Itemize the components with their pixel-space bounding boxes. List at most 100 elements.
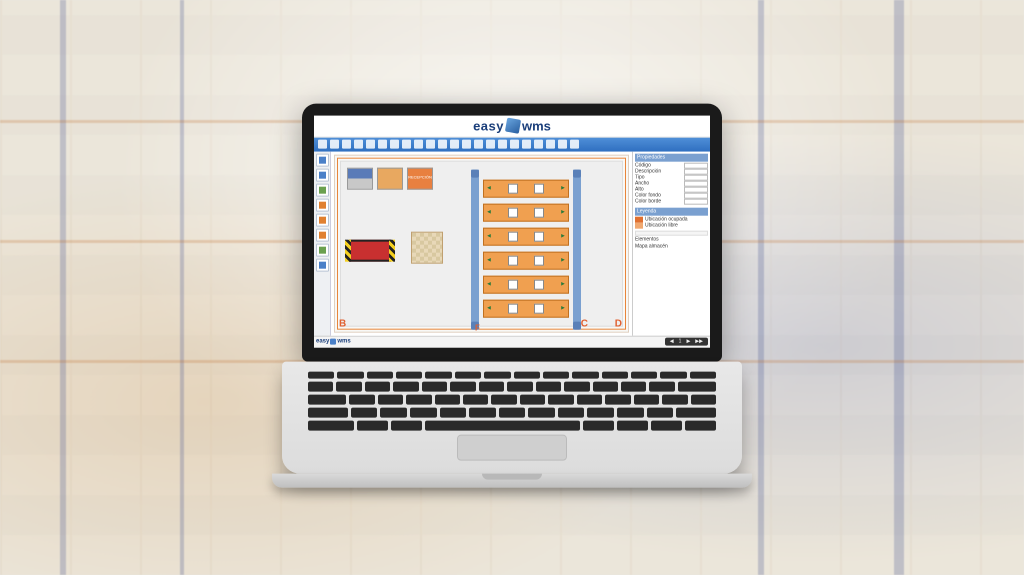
tool-pan[interactable] [316, 168, 329, 181]
rack-slot-0[interactable]: ◄► [483, 179, 569, 197]
receiving-zone[interactable]: RECEPCIÓN [407, 167, 433, 189]
toolbar-button-15[interactable] [498, 140, 507, 149]
toolbar-button-11[interactable] [450, 140, 459, 149]
laptop-screen: easy wms RECEPCIÓN [314, 115, 710, 347]
dock-area[interactable] [349, 239, 391, 261]
toolbar-button-17[interactable] [522, 140, 531, 149]
pallet-icon [508, 303, 518, 313]
tool-dock[interactable] [316, 228, 329, 241]
pallet-icon [508, 279, 518, 289]
zone-icon[interactable] [377, 167, 403, 189]
tool-zoom[interactable] [316, 183, 329, 196]
pallet-icon [534, 255, 544, 265]
toolbar-button-14[interactable] [486, 140, 495, 149]
toolbar-button-3[interactable] [354, 140, 363, 149]
arrow-right-icon: ► [560, 233, 566, 239]
arrow-right-icon: ► [560, 257, 566, 263]
footer-elements[interactable]: Elementos [635, 236, 708, 242]
workspace: RECEPCIÓN ◄►◄►◄►◄►◄►◄► B C D [314, 151, 710, 335]
warehouse-icon[interactable] [347, 167, 373, 189]
arrow-left-icon: ◄ [486, 185, 492, 191]
arrow-right-icon: ► [560, 185, 566, 191]
panel-footer: Elementos [635, 236, 708, 242]
grid-label-d: D [615, 318, 622, 329]
tool-measure[interactable] [316, 198, 329, 211]
toolbar-button-0[interactable] [318, 140, 327, 149]
brand-cube-icon [505, 118, 521, 134]
brand-text-easy: easy [473, 118, 504, 133]
main-toolbar [314, 137, 710, 151]
layout-canvas[interactable]: RECEPCIÓN ◄►◄►◄►◄►◄►◄► B C D [334, 154, 629, 332]
toolbar-button-13[interactable] [474, 140, 483, 149]
toolbar-button-6[interactable] [390, 140, 399, 149]
legend-row: Ubicación libre [635, 222, 708, 228]
pallet-icon [508, 255, 518, 265]
grid-label-c: C [581, 318, 588, 329]
toolbar-button-8[interactable] [414, 140, 423, 149]
pager-end-button[interactable]: ▶▶ [693, 339, 705, 345]
wms-application: easy wms RECEPCIÓN [314, 115, 710, 347]
pallet-icon [534, 231, 544, 241]
side-toolbox [314, 151, 331, 335]
tool-rack[interactable] [316, 213, 329, 226]
rack-slot-1[interactable]: ◄► [483, 203, 569, 221]
toolbar-button-5[interactable] [378, 140, 387, 149]
pallet-icon [534, 279, 544, 289]
toolbar-button-1[interactable] [330, 140, 339, 149]
rack-slot-5[interactable]: ◄► [483, 299, 569, 317]
rack-pillar-left [471, 169, 479, 329]
status-brand: easy wms [316, 339, 351, 345]
toolbar-button-18[interactable] [534, 140, 543, 149]
toolbar-button-9[interactable] [426, 140, 435, 149]
properties-panel: Propiedades CódigoDescripciónTipoAnchoAl… [632, 151, 710, 335]
toolbar-button-20[interactable] [558, 140, 567, 149]
toolbar-button-10[interactable] [438, 140, 447, 149]
arrow-right-icon: ► [560, 209, 566, 215]
rack-pillar-right [573, 169, 581, 329]
status-brand-easy: easy [316, 339, 329, 345]
footer-map[interactable]: Mapa almacén [635, 243, 708, 249]
panel-footer-2: Mapa almacén [635, 243, 708, 249]
laptop-lid: easy wms RECEPCIÓN [302, 103, 722, 361]
laptop-base [272, 473, 752, 487]
layout-floor: RECEPCIÓN ◄►◄►◄►◄►◄►◄► [340, 160, 623, 326]
legend-header: Leyenda [635, 207, 708, 215]
toolbar-button-7[interactable] [402, 140, 411, 149]
toolbar-button-2[interactable] [342, 140, 351, 149]
app-header: easy wms [314, 115, 710, 137]
arrow-right-icon: ► [560, 281, 566, 287]
rack-zone: ◄►◄►◄►◄►◄►◄► [471, 169, 581, 329]
rack-slot-4[interactable]: ◄► [483, 275, 569, 293]
arrow-left-icon: ◄ [486, 233, 492, 239]
pager-page: 1 [677, 339, 684, 345]
view-pager: ◀ 1 ▶ ▶▶ [665, 338, 708, 346]
tool-pointer[interactable] [316, 153, 329, 166]
legend-label: Ubicación libre [645, 222, 708, 228]
arrow-left-icon: ◄ [486, 209, 492, 215]
pallet-icon [508, 183, 518, 193]
property-row: Color borde [635, 198, 708, 204]
tool-area[interactable] [316, 243, 329, 256]
brand-text-wms: wms [522, 118, 551, 133]
arrow-left-icon: ◄ [486, 281, 492, 287]
property-label: Color borde [635, 198, 682, 204]
toolbar-button-4[interactable] [366, 140, 375, 149]
properties-header: Propiedades [635, 153, 708, 161]
status-bar: easy wms ◀ 1 ▶ ▶▶ [314, 335, 710, 347]
tool-label[interactable] [316, 258, 329, 271]
rack-slot-3[interactable]: ◄► [483, 251, 569, 269]
laptop-trackpad [457, 434, 567, 460]
rack-slot-2[interactable]: ◄► [483, 227, 569, 245]
status-brand-cube-icon [330, 339, 336, 345]
arrow-right-icon: ► [560, 305, 566, 311]
grid-label-b: B [339, 318, 346, 329]
pallet-icon [534, 207, 544, 217]
pager-next-button[interactable]: ▶ [684, 339, 692, 345]
toolbar-button-19[interactable] [546, 140, 555, 149]
property-input[interactable] [684, 198, 708, 204]
staging-area[interactable] [411, 231, 443, 263]
toolbar-button-21[interactable] [570, 140, 579, 149]
pager-prev-button[interactable]: ◀ [668, 339, 676, 345]
toolbar-button-16[interactable] [510, 140, 519, 149]
toolbar-button-12[interactable] [462, 140, 471, 149]
